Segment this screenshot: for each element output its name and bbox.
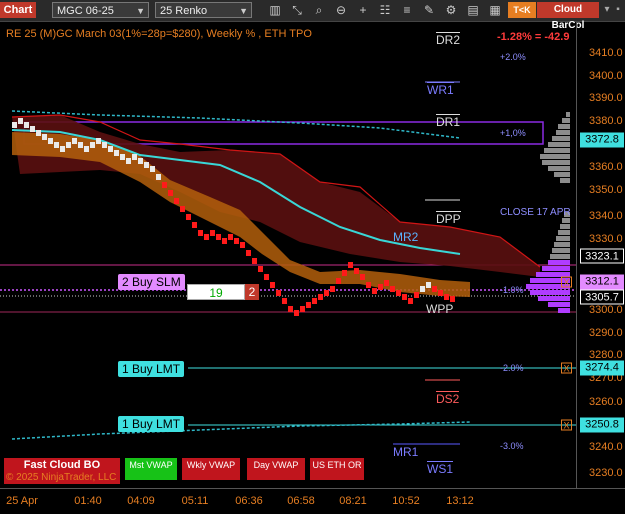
- order-buy-lmt-1[interactable]: 1 Buy LMT: [118, 361, 185, 377]
- price-box-lo: 3305.7: [580, 289, 624, 305]
- time-tick: 05:11: [181, 495, 209, 507]
- price-axis[interactable]: 3410.0 3400.0 3390.0 3380.0 3360.0 3350.…: [576, 22, 625, 488]
- strategy-icon[interactable]: ⚙: [443, 2, 459, 18]
- pencil-icon[interactable]: ✎: [421, 2, 437, 18]
- level-wr1: WR1: [427, 82, 454, 97]
- time-tick: 06:58: [287, 495, 315, 507]
- minimize-icon[interactable]: ▾: [602, 2, 612, 18]
- time-tick: 06:36: [235, 495, 263, 507]
- order-close-button[interactable]: 2: [245, 284, 259, 300]
- pct-level-plus2: +2.0%: [500, 52, 526, 62]
- copyright: © 2025 NinjaTrader, LLC: [6, 472, 117, 483]
- time-tick: 08:21: [339, 495, 367, 507]
- price-tick: 3390.0: [589, 92, 623, 104]
- level-dr1: DR1: [436, 114, 461, 129]
- time-tick: 04:09: [127, 495, 155, 507]
- bar-type-selector[interactable]: 25 Renko ▼: [155, 2, 252, 18]
- level-ws1: WS1: [427, 461, 454, 476]
- time-tick: 13:12: [446, 495, 474, 507]
- chevron-down-icon: ▼: [239, 6, 248, 16]
- order-buy-lmt-2[interactable]: 1 Buy LMT: [118, 416, 185, 432]
- price-tick: 3350.0: [589, 184, 623, 196]
- chevron-down-icon: ▼: [136, 6, 145, 16]
- day-vwap-button[interactable]: Day VWAP: [247, 458, 305, 480]
- pct-level-minus3: -3.0%: [500, 441, 524, 451]
- price-box-lmt2: 3250.8: [580, 417, 624, 433]
- price-tick: 3280.0: [589, 349, 623, 361]
- cancel-order-icon[interactable]: X: [561, 276, 572, 288]
- level-wpp: WPP: [426, 302, 454, 316]
- chart-canvas: [0, 81, 576, 445]
- cancel-order-icon[interactable]: X: [561, 362, 572, 374]
- pct-level-plus1: +1,0%: [500, 128, 526, 138]
- time-axis[interactable]: 25 Apr 01:40 04:09 05:11 06:36 06:58 08:…: [0, 488, 625, 514]
- price-tick: 3300.0: [589, 304, 623, 316]
- bar-type-label: 25 Renko: [160, 5, 208, 17]
- wkly-vwap-button[interactable]: Wkly VWAP: [182, 458, 240, 480]
- level-dr2: DR2: [436, 32, 461, 47]
- mst-vwap-button[interactable]: Mst VWAP: [125, 458, 177, 480]
- magnifier-icon[interactable]: ⌕: [311, 2, 327, 18]
- price-tick: 3240.0: [589, 441, 623, 453]
- level-ds2: DS2: [436, 391, 460, 406]
- properties-icon[interactable]: ☷: [377, 2, 393, 18]
- price-box-current: 3312.1: [580, 274, 624, 290]
- time-tick: 25 Apr: [6, 495, 38, 507]
- price-tick: 3290.0: [589, 327, 623, 339]
- instrument-selector[interactable]: MGC 06-25 ▼: [52, 2, 149, 18]
- price-tick: 3360.0: [589, 161, 623, 173]
- draw-icon[interactable]: ⤡: [289, 2, 305, 18]
- close-icon[interactable]: ▪: [613, 2, 623, 18]
- price-box-last: 3372.8: [580, 132, 624, 148]
- price-tick: 3260.0: [589, 396, 623, 408]
- chart-tab[interactable]: Chart: [0, 2, 36, 18]
- us-eth-or-button[interactable]: US ETH OR: [310, 458, 364, 480]
- order-quantity[interactable]: 19: [187, 284, 245, 300]
- price-tick: 3400.0: [589, 70, 623, 82]
- chart-toolbar: Chart MGC 06-25 ▼ 25 Renko ▼ ▥ ⤡ ⌕ ⊖ + ☷…: [0, 0, 625, 31]
- chart-plot-area[interactable]: RE 25 (M)GC March 03(1%=28p=$280), Weekl…: [0, 22, 576, 488]
- cloud-barcol-button[interactable]: Cloud BarCol: [537, 2, 599, 31]
- list-icon[interactable]: ≡: [399, 2, 415, 18]
- price-box-lmt1: 3274.4: [580, 360, 624, 376]
- price-tick: 3410.0: [589, 47, 623, 59]
- price-box-hi: 3323.1: [580, 248, 624, 264]
- time-tick: 10:52: [392, 495, 420, 507]
- zoom-out-icon[interactable]: ⊖: [333, 2, 349, 18]
- templates-icon[interactable]: ▤: [465, 2, 481, 18]
- price-tick: 3330.0: [589, 233, 623, 245]
- add-icon[interactable]: +: [355, 2, 371, 18]
- level-dpp: DPP: [436, 211, 461, 226]
- pct-level-minus2: -2.0%: [500, 363, 524, 373]
- level-mr1: MR1: [393, 445, 419, 459]
- percent-change: -1.28% = -42.9: [497, 31, 570, 43]
- grid-icon[interactable]: ▦: [487, 2, 503, 18]
- time-tick: 01:40: [74, 495, 102, 507]
- cancel-order-icon[interactable]: X: [561, 419, 572, 431]
- instrument-label: MGC 06-25: [57, 5, 114, 17]
- close-label: CLOSE 17 APR: [500, 207, 571, 218]
- order-buy-slm[interactable]: 2 Buy SLM: [118, 274, 185, 290]
- price-tick: 3380.0: [589, 115, 623, 127]
- price-tick: 3340.0: [589, 210, 623, 222]
- chart-title: RE 25 (M)GC March 03(1%=28p=$280), Weekl…: [6, 28, 312, 40]
- tko-button[interactable]: T<K: [508, 2, 536, 18]
- mr2-label: MR2: [393, 230, 419, 244]
- bar-type-icon[interactable]: ▥: [267, 2, 283, 18]
- pct-level-minus1: -1.0%: [500, 285, 524, 295]
- price-tick: 3230.0: [589, 467, 623, 479]
